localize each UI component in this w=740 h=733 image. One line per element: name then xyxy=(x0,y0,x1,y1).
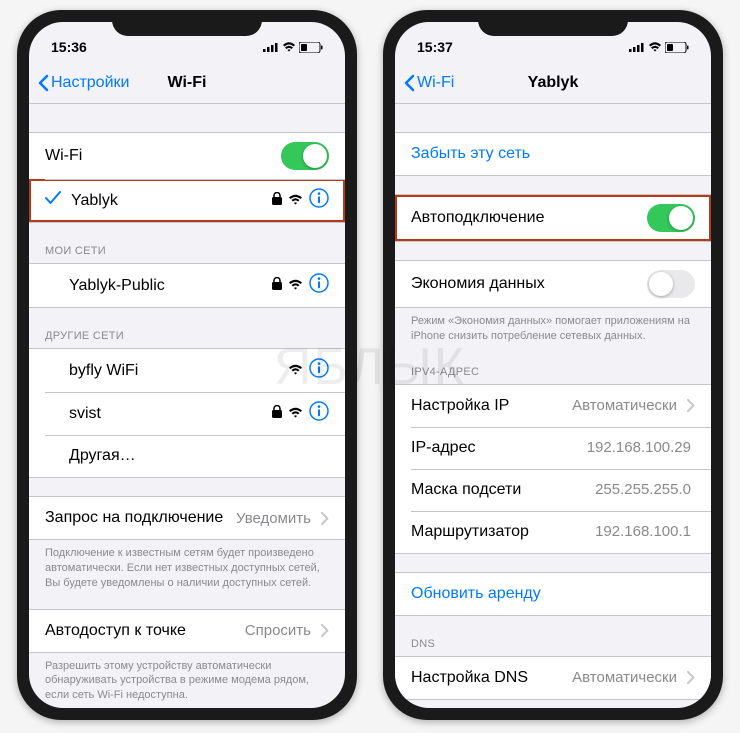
nav-title: Wi-Fi xyxy=(168,74,207,92)
lowdata-label: Экономия данных xyxy=(411,275,647,293)
network-name: byfly WiFi xyxy=(69,362,288,380)
chevron-right-icon xyxy=(321,512,329,525)
network-name: Yablyk-Public xyxy=(69,277,272,295)
wifi-toggle-row: Wi-Fi xyxy=(29,133,345,179)
renew-lease-row[interactable]: Обновить аренду xyxy=(395,573,711,615)
network-row[interactable]: svist xyxy=(29,392,345,435)
info-icon[interactable] xyxy=(309,273,329,298)
network-name: Другая… xyxy=(69,447,329,465)
lowdata-toggle[interactable] xyxy=(647,270,695,298)
lock-icon xyxy=(272,277,282,295)
ask-join-value: Уведомить xyxy=(236,510,311,527)
hotspot-row[interactable]: Автодоступ к точке Спросить xyxy=(29,610,345,652)
phone-left: 15:36 Настройки Wi-Fi Wi-Fi xyxy=(17,10,357,720)
dns-header: DNS xyxy=(395,634,711,656)
back-button[interactable]: Wi-Fi xyxy=(403,74,454,92)
mask-value: 255.255.255.0 xyxy=(595,481,691,498)
renew-label: Обновить аренду xyxy=(411,585,695,603)
nav-bar: Настройки Wi-Fi xyxy=(29,62,345,104)
status-indicators xyxy=(263,42,323,53)
status-indicators xyxy=(629,42,689,53)
hotspot-label: Автодоступ к точке xyxy=(45,622,245,640)
router-label: Маршрутизатор xyxy=(411,523,595,541)
network-name: Yablyk xyxy=(71,192,272,210)
status-time: 15:36 xyxy=(51,39,87,55)
wifi-icon xyxy=(282,42,296,52)
router-value: 192.168.100.1 xyxy=(595,523,691,540)
chevron-left-icon xyxy=(403,74,415,92)
network-name: svist xyxy=(69,405,272,423)
autojoin-toggle[interactable] xyxy=(647,204,695,232)
ipv4-header: IPV4-АДРЕС xyxy=(395,362,711,384)
phone-right: 15:37 Wi-Fi Yablyk Забыть эту сеть xyxy=(383,10,723,720)
wifi-toggle[interactable] xyxy=(281,142,329,170)
lowdata-footer: Режим «Экономия данных» помогает приложе… xyxy=(395,308,711,344)
lock-icon xyxy=(272,405,282,423)
lock-icon xyxy=(272,192,282,210)
signal-icon xyxy=(629,42,645,52)
configure-ip-row[interactable]: Настройка IP Автоматически xyxy=(395,385,711,427)
info-icon[interactable] xyxy=(309,188,329,213)
dns-value: Автоматически xyxy=(572,669,677,686)
info-icon[interactable] xyxy=(309,358,329,383)
configure-dns-row[interactable]: Настройка DNS Автоматически xyxy=(395,657,711,699)
ask-join-footer: Подключение к известным сетям будет прои… xyxy=(29,540,345,591)
chevron-right-icon xyxy=(321,624,329,637)
wifi-strength-icon xyxy=(288,405,303,423)
ask-to-join-row[interactable]: Запрос на подключение Уведомить xyxy=(29,497,345,539)
other-networks-header: ДРУГИЕ СЕТИ xyxy=(29,326,345,348)
chevron-right-icon xyxy=(687,671,695,684)
info-icon[interactable] xyxy=(309,401,329,426)
configure-ip-value: Автоматически xyxy=(572,397,677,414)
notch xyxy=(112,10,262,36)
ip-address-row: IP-адрес 192.168.100.29 xyxy=(395,427,711,469)
configure-ip-label: Настройка IP xyxy=(411,397,572,415)
chevron-right-icon xyxy=(687,399,695,412)
other-network-row[interactable]: Другая… xyxy=(29,435,345,477)
nav-title: Yablyk xyxy=(528,74,579,92)
hotspot-value: Спросить xyxy=(245,622,311,639)
wifi-strength-icon xyxy=(288,362,303,380)
hotspot-footer: Разрешить этому устройству автоматически… xyxy=(29,653,345,704)
ip-value: 192.168.100.29 xyxy=(587,439,691,456)
battery-icon xyxy=(299,42,323,53)
mask-label: Маска подсети xyxy=(411,481,595,499)
router-row: Маршрутизатор 192.168.100.1 xyxy=(395,511,711,553)
network-row[interactable]: byfly WiFi xyxy=(29,349,345,392)
my-networks-header: МОИ СЕТИ xyxy=(29,241,345,263)
wifi-strength-icon xyxy=(288,192,303,210)
wifi-strength-icon xyxy=(288,277,303,295)
autojoin-row: Автоподключение xyxy=(395,195,711,241)
nav-bar: Wi-Fi Yablyk xyxy=(395,62,711,104)
signal-icon xyxy=(263,42,279,52)
wifi-icon xyxy=(648,42,662,52)
connected-network-row[interactable]: Yablyk xyxy=(29,179,345,222)
ask-join-label: Запрос на подключение xyxy=(45,509,236,527)
battery-icon xyxy=(665,42,689,53)
subnet-mask-row: Маска подсети 255.255.255.0 xyxy=(395,469,711,511)
network-row[interactable]: Yablyk-Public xyxy=(29,264,345,307)
notch xyxy=(478,10,628,36)
dns-label: Настройка DNS xyxy=(411,669,572,687)
status-time: 15:37 xyxy=(417,39,453,55)
chevron-left-icon xyxy=(37,74,49,92)
forget-network-row[interactable]: Забыть эту сеть xyxy=(395,133,711,175)
checkmark-icon xyxy=(45,191,61,210)
autojoin-label: Автоподключение xyxy=(411,209,647,227)
forget-label: Забыть эту сеть xyxy=(411,145,695,163)
lowdata-row: Экономия данных xyxy=(395,261,711,307)
back-button[interactable]: Настройки xyxy=(37,74,129,92)
wifi-toggle-label: Wi-Fi xyxy=(45,147,281,165)
ip-label: IP-адрес xyxy=(411,439,587,457)
